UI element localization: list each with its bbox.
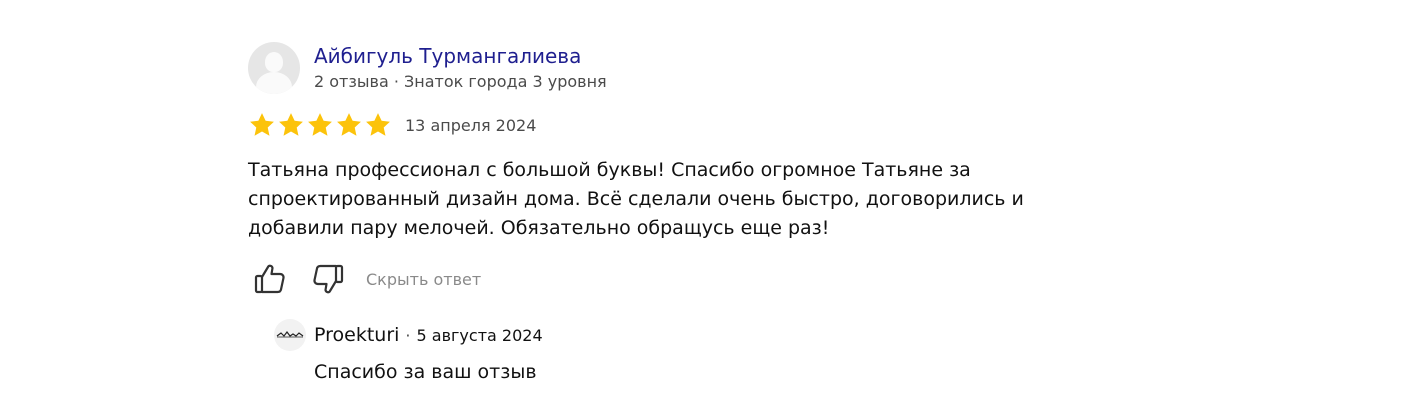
star-icon bbox=[277, 111, 305, 139]
reply-business-name[interactable]: Proekturi bbox=[314, 324, 399, 346]
star-icon bbox=[335, 111, 363, 139]
review-text: Татьяна профессионал с большой буквы! Сп… bbox=[248, 159, 1024, 239]
reply-text: Спасибо за ваш отзыв bbox=[314, 361, 537, 383]
business-logo-icon bbox=[274, 319, 306, 351]
review-card: Айбигуль Турмангалиева 2 отзыва · Знаток… bbox=[248, 42, 1108, 383]
hide-answer-button[interactable]: Скрыть ответ bbox=[366, 270, 481, 289]
review-date: 13 апреля 2024 bbox=[405, 115, 537, 135]
reply-separator: · bbox=[405, 325, 411, 345]
star-icon bbox=[306, 111, 334, 139]
thumbs-up-icon[interactable] bbox=[250, 261, 290, 297]
rating-row: 13 апреля 2024 bbox=[248, 110, 1108, 140]
reply-date: 5 августа 2024 bbox=[416, 325, 543, 345]
star-icon bbox=[364, 111, 392, 139]
review-actions: Скрыть ответ bbox=[248, 261, 1108, 297]
author-name-link[interactable]: Айбигуль Турмангалиева bbox=[314, 43, 607, 69]
review-author: Айбигуль Турмангалиева 2 отзыва · Знаток… bbox=[248, 42, 1108, 94]
default-user-avatar-icon[interactable] bbox=[248, 42, 300, 94]
thumbs-down-icon[interactable] bbox=[308, 261, 348, 297]
author-meta: 2 отзыва · Знаток города 3 уровня bbox=[314, 72, 607, 91]
star-icon bbox=[248, 111, 276, 139]
rating-stars bbox=[248, 111, 393, 139]
reply-header: Proekturi · 5 августа 2024 bbox=[274, 319, 1108, 351]
author-info: Айбигуль Турмангалиева 2 отзыва · Знаток… bbox=[314, 43, 607, 93]
business-reply: Proekturi · 5 августа 2024 Спасибо за ва… bbox=[274, 319, 1108, 383]
